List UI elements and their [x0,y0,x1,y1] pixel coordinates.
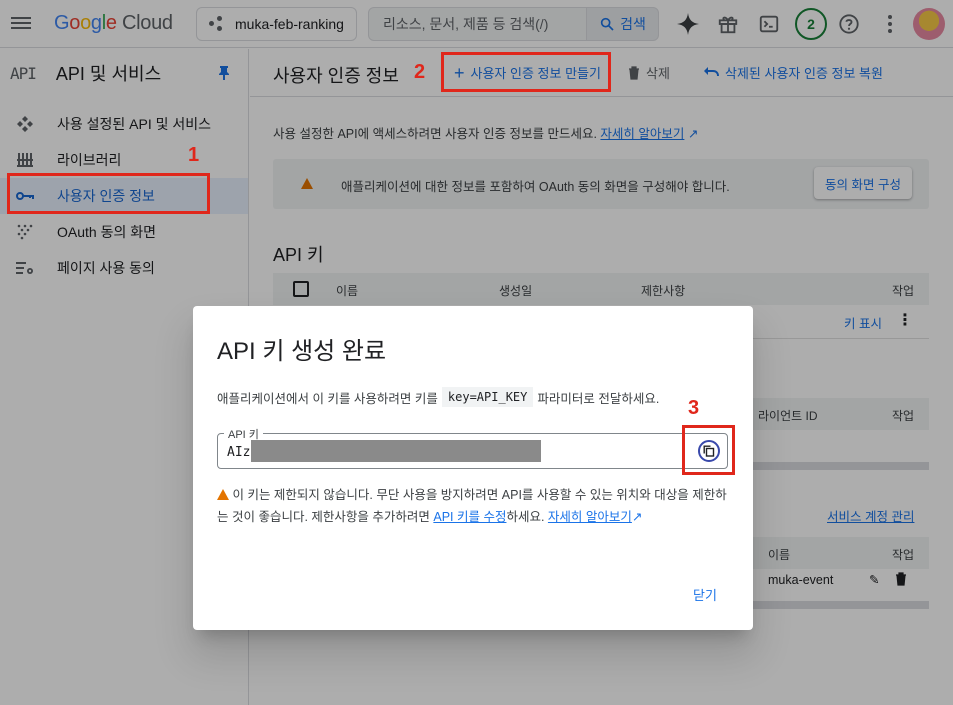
annotation-box-2 [441,52,611,92]
annotation-number-3: 3 [688,397,700,419]
annotation-box-3 [682,425,735,475]
warning-icon [217,486,229,507]
api-key-created-dialog: API 키 생성 완료 애플리케이션에서 이 키를 사용하려면 키를 key=A… [193,306,753,630]
key-param-code: key=API_KEY [441,387,534,407]
annotation-box-1 [7,173,210,214]
api-key-redaction [251,440,541,462]
api-key-field[interactable]: API 키 AIz [217,426,728,469]
dialog-text-after: 파라미터로 전달하세요. [537,391,660,406]
annotation-number-1: 1 [188,144,200,166]
close-button[interactable]: 닫기 [693,585,717,604]
annotation-number-2: 2 [414,61,426,83]
unrestricted-key-warning: 이 키는 제한되지 않습니다. 무단 사용을 방지하려면 API를 사용할 수 … [217,485,729,528]
learn-more-link[interactable]: 자세히 알아보기 [548,510,632,524]
external-link-icon: ↗ [631,510,643,524]
dialog-description: 애플리케이션에서 이 키를 사용하려면 키를 key=API_KEY 파라미터로… [217,387,659,407]
dialog-title: API 키 생성 완료 [217,338,387,365]
dialog-text-before: 애플리케이션에서 이 키를 사용하려면 키를 [217,391,438,406]
warning-text-part2: 하세요. [506,510,545,524]
edit-api-key-link[interactable]: API 키를 수정 [433,510,506,524]
api-key-value: AIz [227,445,251,460]
